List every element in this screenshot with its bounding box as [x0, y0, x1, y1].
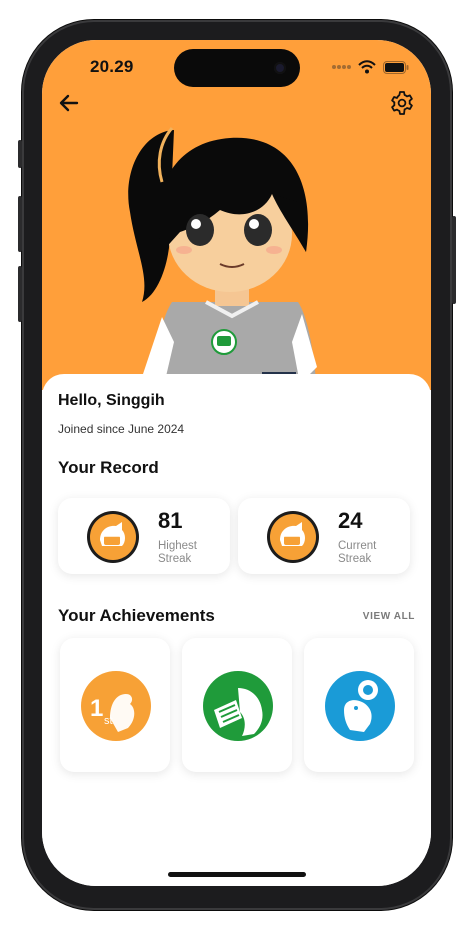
view-all-link[interactable]: VIEW ALL	[363, 611, 415, 622]
avatar-illustration	[128, 127, 317, 392]
label-line: Highest	[158, 540, 197, 552]
app-screen: 20.29 Hello, Singgih Joined since June 2…	[42, 40, 431, 886]
achievement-card-study[interactable]	[182, 638, 292, 772]
gear-icon[interactable]	[389, 90, 415, 116]
volume-down-button	[18, 266, 22, 322]
current-streak-label: Current Streak	[338, 540, 376, 566]
first-place-badge-icon: 1 st	[81, 671, 151, 741]
label-line: Streak	[338, 553, 372, 565]
record-card-current-streak: 24 Current Streak	[238, 498, 410, 574]
label-line: Streak	[158, 553, 192, 565]
streak-medal-icon	[87, 511, 139, 563]
signal-icon	[332, 65, 351, 69]
power-button	[452, 216, 456, 304]
greeting: Hello, Singgih	[58, 392, 165, 409]
mute-switch	[18, 140, 22, 168]
current-streak-value: 24	[338, 508, 363, 533]
highest-streak-label: Highest Streak	[158, 540, 197, 566]
wifi-icon	[358, 60, 376, 74]
label-line: Current	[338, 540, 377, 552]
arrow-left-icon[interactable]	[56, 90, 82, 116]
profile-hero: 20.29	[42, 40, 431, 392]
status-icons	[331, 60, 409, 74]
home-indicator[interactable]	[168, 872, 306, 877]
status-time: 20.29	[90, 57, 134, 76]
record-card-highest-streak: 81 Highest Streak	[58, 498, 230, 574]
volume-up-button	[18, 196, 22, 252]
dynamic-island	[174, 49, 300, 87]
streak-medal-icon	[267, 511, 319, 563]
achievement-card-explorer[interactable]	[304, 638, 414, 772]
record-section-title: Your Record	[58, 458, 159, 477]
profile-sheet: Hello, Singgih Joined since June 2024 Yo…	[42, 374, 431, 886]
joined-date: Joined since June 2024	[58, 422, 185, 436]
badge-rank-number: 1	[90, 695, 103, 722]
badge-rank-suffix: st	[104, 715, 113, 727]
achievement-card-first-place[interactable]: 1 st	[60, 638, 170, 772]
battery-icon	[383, 60, 409, 74]
camera-icon	[274, 62, 286, 74]
highest-streak-value: 81	[158, 508, 183, 533]
study-badge-icon	[203, 671, 273, 741]
achievements-section-title: Your Achievements	[58, 606, 215, 625]
explorer-badge-icon	[325, 671, 395, 741]
